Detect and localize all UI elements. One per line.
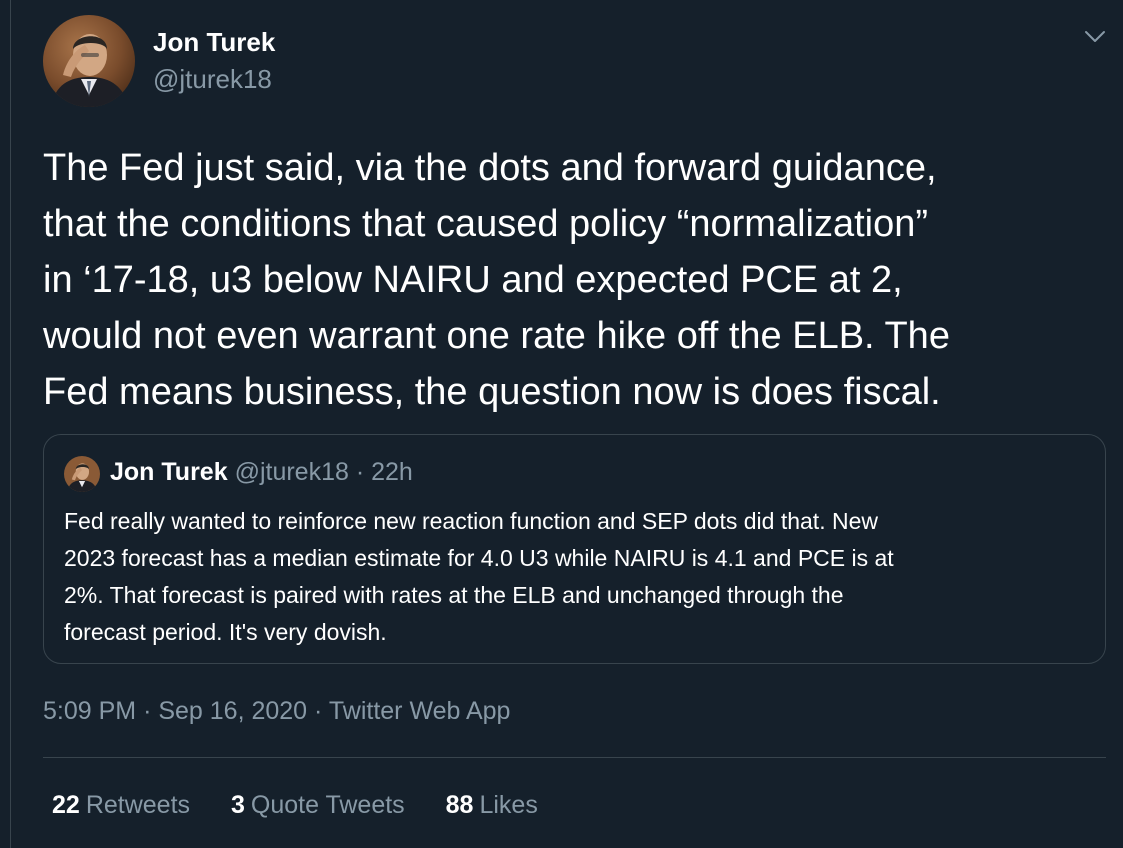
tweet-stats: 22 Retweets 3 Quote Tweets 88 Likes — [52, 791, 572, 820]
tweet-date[interactable]: Sep 16, 2020 — [158, 697, 307, 725]
divider — [43, 757, 1106, 758]
quoted-text-line: Fed really wanted to reinforce new react… — [64, 508, 878, 534]
quoted-tweet[interactable]: Jon Turek @jturek18 · 22h Fed really wan… — [43, 434, 1106, 664]
tweet-text-line: that the conditions that caused policy “… — [43, 203, 929, 245]
likes-count: 88 — [445, 791, 474, 819]
separator: · — [314, 697, 323, 725]
quoted-text-line: 2023 forecast has a median estimate for … — [64, 545, 894, 571]
quote-tweets-count: 3 — [230, 791, 245, 819]
likes-stat[interactable]: 88 Likes — [446, 791, 538, 819]
tweet-text-line: would not even warrant one rate hike off… — [43, 315, 950, 357]
separator: · — [143, 697, 152, 725]
retweets-label: Retweets — [85, 791, 191, 819]
quote-tweets-label: Quote Tweets — [250, 791, 405, 819]
tweet-text-line: Fed means business, the question now is … — [43, 371, 941, 413]
chevron-down-icon[interactable] — [1083, 28, 1107, 46]
author-handle[interactable]: @jturek18 — [153, 64, 272, 95]
tweet-text-line: The Fed just said, via the dots and forw… — [43, 147, 937, 189]
tweet-timestamp: 5:09 PM · Sep 16, 2020 · Twitter Web App — [43, 697, 510, 726]
tweet-source[interactable]: Twitter Web App — [329, 697, 511, 725]
avatar[interactable] — [43, 15, 135, 107]
quoted-text: Fed really wanted to reinforce new react… — [64, 503, 1084, 651]
tweet-page: Jon Turek @jturek18 The Fed just said, v… — [0, 0, 1123, 848]
quoted-header: Jon Turek @jturek18 · 22h — [110, 458, 413, 487]
retweets-stat[interactable]: 22 Retweets — [52, 791, 190, 819]
column-border — [10, 0, 11, 848]
quote-tweets-stat[interactable]: 3 Quote Tweets — [231, 791, 405, 819]
quoted-meta: @jturek18 · 22h — [234, 458, 413, 486]
tweet-text-line: in ‘17-18, u3 below NAIRU and expected P… — [43, 259, 903, 301]
quoted-avatar[interactable] — [64, 456, 100, 492]
tweet-text: The Fed just said, via the dots and forw… — [43, 140, 1103, 420]
tweet-time[interactable]: 5:09 PM — [43, 697, 136, 725]
quoted-author-name[interactable]: Jon Turek — [110, 458, 228, 486]
retweets-count: 22 — [52, 791, 80, 819]
quoted-text-line: forecast period. It's very dovish. — [64, 619, 387, 645]
quoted-text-line: 2%. That forecast is paired with rates a… — [64, 582, 844, 608]
author-name[interactable]: Jon Turek — [153, 27, 275, 58]
likes-label: Likes — [479, 791, 538, 819]
